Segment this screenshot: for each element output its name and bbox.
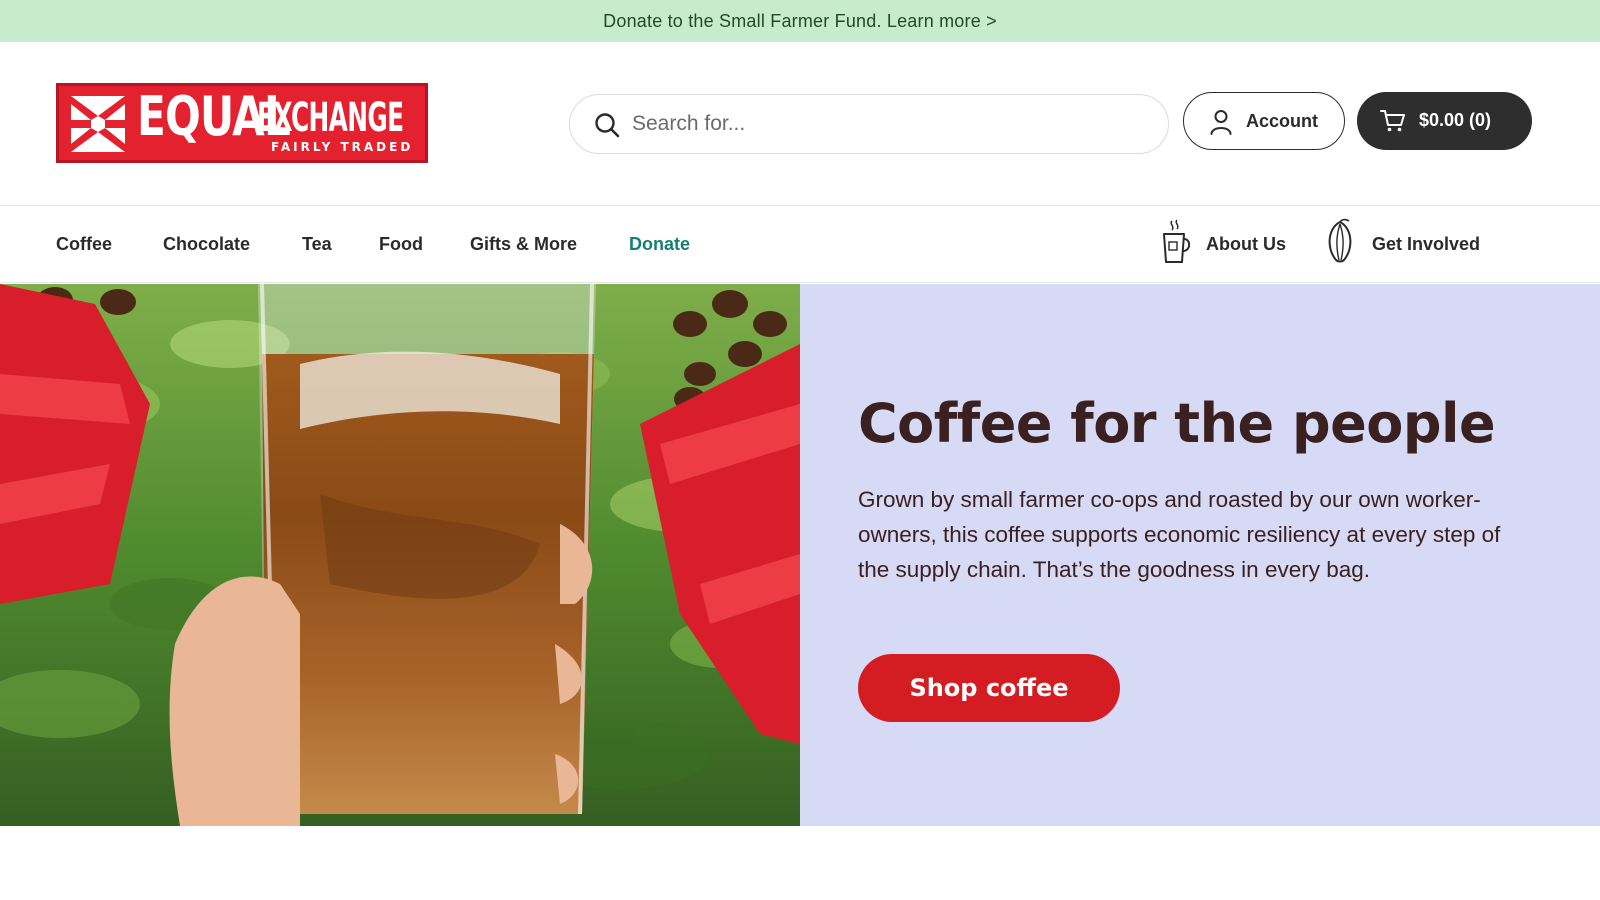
cacao-pod-icon (1328, 218, 1352, 263)
cart-total: $0.00 (0) (1419, 110, 1492, 130)
main-nav: Coffee Chocolate Tea Food Gifts & More D… (0, 205, 1600, 283)
search-input[interactable] (632, 103, 1152, 145)
cart-icon (1380, 110, 1405, 132)
logo-exchange-text: EXCHANGE (257, 95, 404, 141)
promo-banner: Donate to the Small Farmer Fund. Learn m… (0, 0, 1600, 42)
coffee-mug-icon (1163, 219, 1191, 263)
site-header: EQUAL EXCHANGE FAIRLY TRADED Account $0.… (0, 42, 1600, 205)
nav-item-about-us[interactable]: About Us (1206, 234, 1286, 255)
hero-image-iced-coffee (0, 284, 800, 826)
cart-button[interactable]: $0.00 (0) (1357, 92, 1532, 150)
user-icon (1210, 110, 1232, 135)
nav-item-donate[interactable]: Donate (629, 234, 690, 255)
account-button[interactable]: Account (1183, 92, 1345, 150)
nav-item-tea[interactable]: Tea (302, 234, 332, 255)
logo-wordmark: EQUAL EXCHANGE (137, 90, 404, 144)
account-label: Account (1246, 111, 1318, 131)
promo-link[interactable]: Donate to the Small Farmer Fund. Learn m… (603, 11, 997, 32)
hero-text-panel: Coffee for the people Grown by small far… (800, 284, 1600, 826)
hero-description: Grown by small farmer co-ops and roasted… (858, 487, 1501, 582)
logo-tagline: FAIRLY TRADED (271, 140, 414, 154)
nav-item-chocolate[interactable]: Chocolate (163, 234, 250, 255)
logo-mark-icon (71, 96, 125, 152)
hero-title: Coffee for the people (858, 392, 1496, 455)
nav-item-get-involved[interactable]: Get Involved (1372, 234, 1480, 255)
nav-item-food[interactable]: Food (379, 234, 423, 255)
iced-coffee-photo (0, 284, 800, 826)
equal-exchange-logo[interactable]: EQUAL EXCHANGE FAIRLY TRADED (56, 83, 428, 163)
search-box[interactable] (569, 94, 1169, 154)
shop-coffee-label: Shop coffee (909, 674, 1069, 702)
nav-item-coffee[interactable]: Coffee (56, 234, 112, 255)
shop-coffee-button[interactable]: Shop coffee (858, 654, 1120, 722)
hero-section: Coffee for the people Grown by small far… (0, 284, 1600, 826)
nav-item-gifts-more[interactable]: Gifts & More (470, 234, 577, 255)
search-icon (595, 113, 620, 138)
